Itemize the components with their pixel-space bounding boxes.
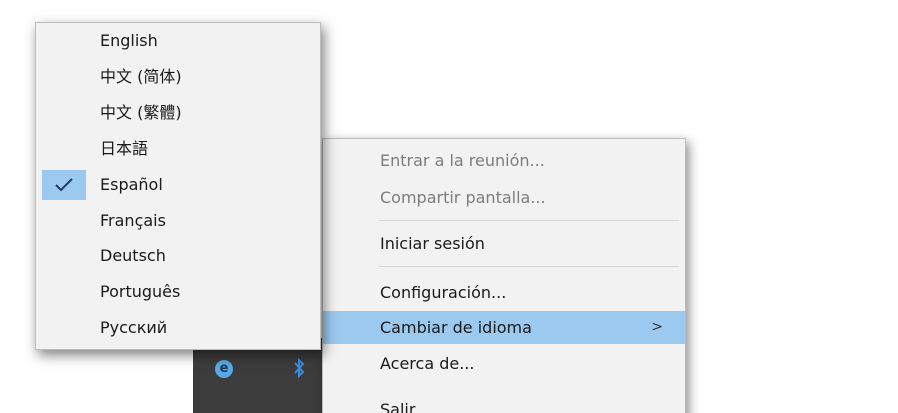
bluetooth-icon[interactable]	[293, 357, 305, 380]
menu-item-label: Salir	[380, 400, 416, 413]
context-menu: Entrar a la reunión... Compartir pantall…	[322, 138, 686, 413]
language-label: Português	[100, 282, 181, 301]
menu-item-join-meeting[interactable]: Entrar a la reunión...	[323, 144, 685, 177]
language-option-german[interactable]: Deutsch	[36, 239, 320, 273]
language-label: 中文 (繁體)	[100, 103, 182, 122]
menu-item-share-screen[interactable]: Compartir pantalla...	[323, 181, 685, 214]
menu-item-about[interactable]: Acerca de...	[323, 347, 685, 380]
language-label: 日本語	[100, 139, 149, 158]
language-label: English	[100, 31, 158, 50]
menu-item-change-language[interactable]: Cambiar de idioma >	[323, 311, 685, 344]
language-submenu: English 中文 (简体) 中文 (繁體) 日本語 Español Fran…	[35, 22, 321, 350]
checkmark-icon	[42, 170, 86, 200]
menu-separator	[379, 220, 679, 221]
language-option-russian[interactable]: Русский	[36, 311, 320, 345]
menu-item-label: Configuración...	[380, 283, 507, 302]
language-label: Français	[100, 211, 166, 230]
language-option-chinese-traditional[interactable]: 中文 (繁體)	[36, 96, 320, 130]
menu-item-exit[interactable]: Salir	[323, 393, 685, 413]
menu-item-label: Iniciar sesión	[380, 234, 485, 253]
language-option-french[interactable]: Français	[36, 204, 320, 238]
menu-item-label: Entrar a la reunión...	[380, 151, 545, 170]
language-label: Deutsch	[100, 246, 166, 265]
language-label: Español	[100, 175, 163, 194]
menu-item-label: Cambiar de idioma	[380, 318, 532, 337]
menu-item-label: Compartir pantalla...	[380, 188, 546, 207]
language-label: 中文 (简体)	[100, 67, 182, 86]
menu-item-settings[interactable]: Configuración...	[323, 276, 685, 309]
menu-item-label: Acerca de...	[380, 354, 475, 373]
language-option-chinese-simplified[interactable]: 中文 (简体)	[36, 60, 320, 94]
menu-separator	[379, 266, 679, 267]
chevron-right-icon: >	[651, 319, 663, 335]
language-option-english[interactable]: English	[36, 24, 320, 58]
menu-item-sign-in[interactable]: Iniciar sesión	[323, 227, 685, 260]
browser-icon[interactable]: e	[215, 360, 233, 378]
language-option-spanish[interactable]: Español	[36, 168, 320, 202]
language-option-portuguese[interactable]: Português	[36, 275, 320, 309]
language-label: Русский	[100, 318, 168, 337]
language-option-japanese[interactable]: 日本語	[36, 132, 320, 166]
screen: e Entrar a la reunión... Compartir panta…	[0, 0, 898, 413]
